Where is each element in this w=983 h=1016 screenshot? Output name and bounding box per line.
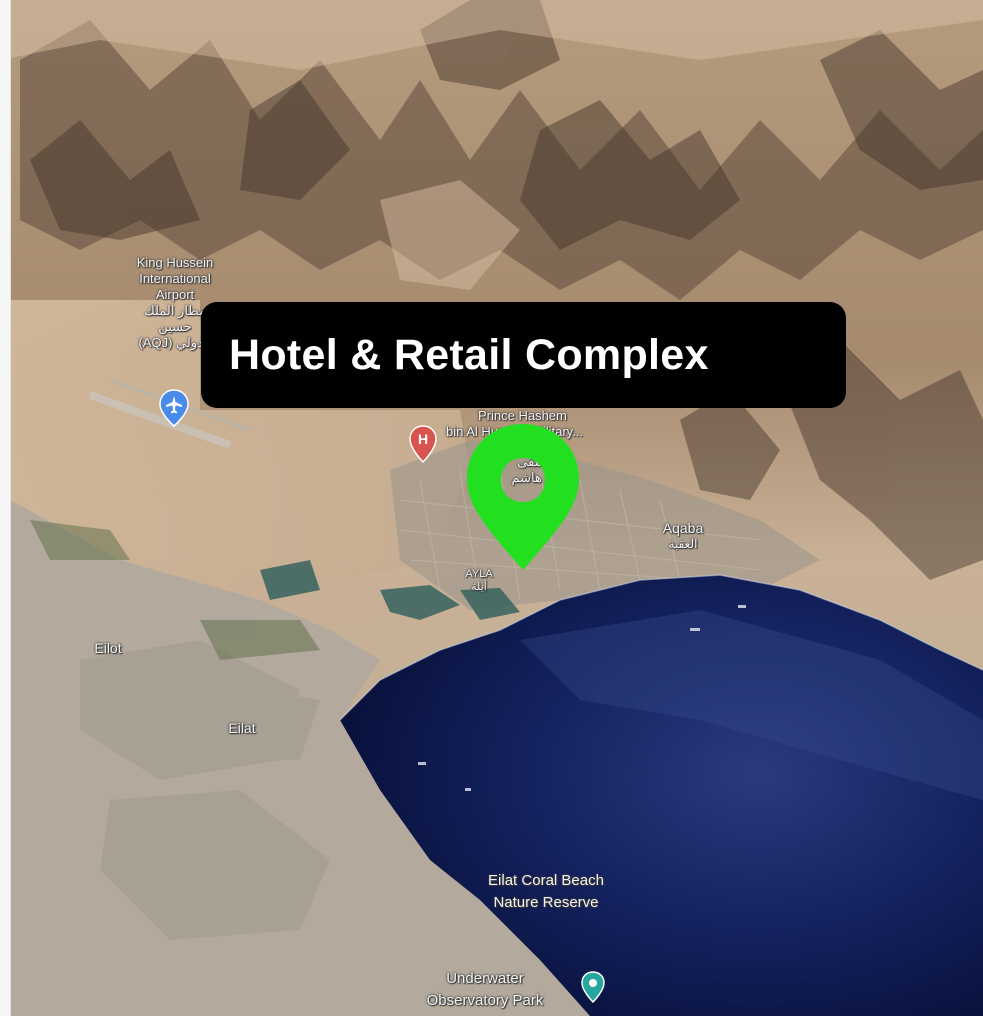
- airplane-icon[interactable]: [158, 388, 190, 433]
- eilot-label[interactable]: Eilot: [78, 640, 138, 657]
- hospital-icon[interactable]: H: [408, 424, 438, 469]
- observatory-park-label[interactable]: Underwater Observatory Park: [400, 968, 570, 1012]
- eilat-label[interactable]: Eilat: [212, 720, 272, 737]
- callout-box: Hotel & Retail Complex: [201, 302, 846, 408]
- svg-text:H: H: [418, 431, 428, 447]
- coral-beach-label[interactable]: Eilat Coral Beach Nature Reserve: [466, 870, 626, 914]
- callout-title: Hotel & Retail Complex: [229, 330, 709, 379]
- aqaba-label[interactable]: Aqaba العقبة: [648, 520, 718, 551]
- park-icon[interactable]: [580, 970, 606, 1009]
- location-pin-icon[interactable]: [465, 422, 581, 572]
- left-border: [0, 0, 11, 1016]
- satellite-map[interactable]: King Hussein International Airport مطار …: [0, 0, 983, 1016]
- ayla-label[interactable]: AYLA أيلة: [454, 568, 504, 594]
